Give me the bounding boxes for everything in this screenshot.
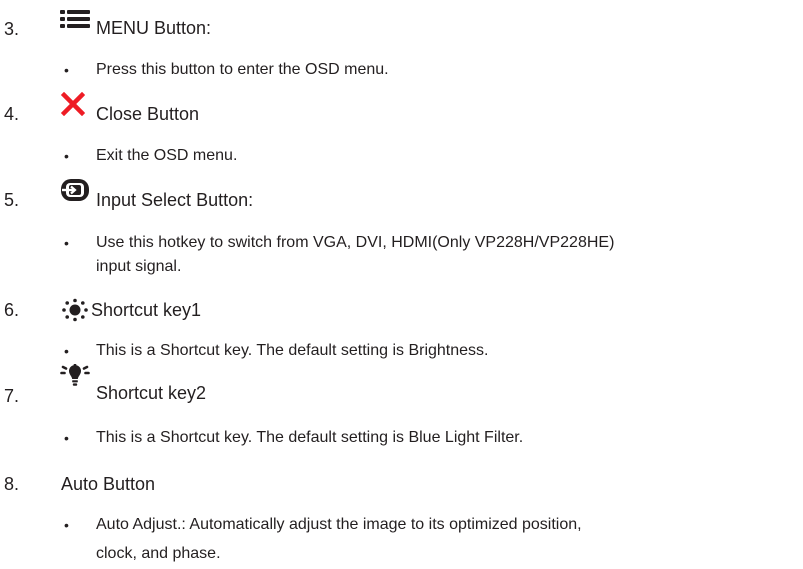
bullet-text: Auto Adjust.: Automatically adjust the i… bbox=[96, 516, 582, 533]
bullet-text: clock, and phase. bbox=[96, 545, 221, 562]
bullet-marker: • bbox=[64, 430, 69, 446]
item-number: 3. bbox=[4, 19, 20, 39]
item-title: Shortcut key2 bbox=[96, 383, 207, 403]
input-select-icon bbox=[61, 179, 89, 201]
bullet-marker: • bbox=[64, 517, 69, 533]
bullet-text: Press this button to enter the OSD menu. bbox=[96, 61, 389, 78]
bullet-text: input signal. bbox=[96, 258, 182, 275]
item-title: MENU Button: bbox=[96, 18, 212, 38]
item-title: Close Button bbox=[96, 104, 200, 124]
blue-light-bulb-icon bbox=[60, 364, 90, 386]
brightness-sun-icon bbox=[62, 298, 88, 322]
bullet-text: This is a Shortcut key. The default sett… bbox=[96, 342, 489, 359]
item-number: 5. bbox=[4, 190, 20, 210]
bullet-marker: • bbox=[64, 62, 69, 78]
item-title: Shortcut key1 bbox=[91, 300, 202, 320]
bullet-marker: • bbox=[64, 148, 69, 164]
bullet-marker: • bbox=[64, 343, 69, 359]
item-number: 7. bbox=[4, 386, 20, 406]
item-title: Auto Button bbox=[61, 474, 156, 494]
item-number: 4. bbox=[4, 104, 20, 124]
bullet-marker: • bbox=[64, 235, 69, 251]
item-number: 6. bbox=[4, 300, 20, 320]
bullet-text: Exit the OSD menu. bbox=[96, 147, 238, 164]
item-number: 8. bbox=[4, 474, 20, 494]
bullet-text: This is a Shortcut key. The default sett… bbox=[96, 429, 524, 446]
menu-icon bbox=[60, 10, 90, 28]
item-title: Input Select Button: bbox=[96, 190, 254, 210]
close-x-icon bbox=[61, 92, 85, 116]
